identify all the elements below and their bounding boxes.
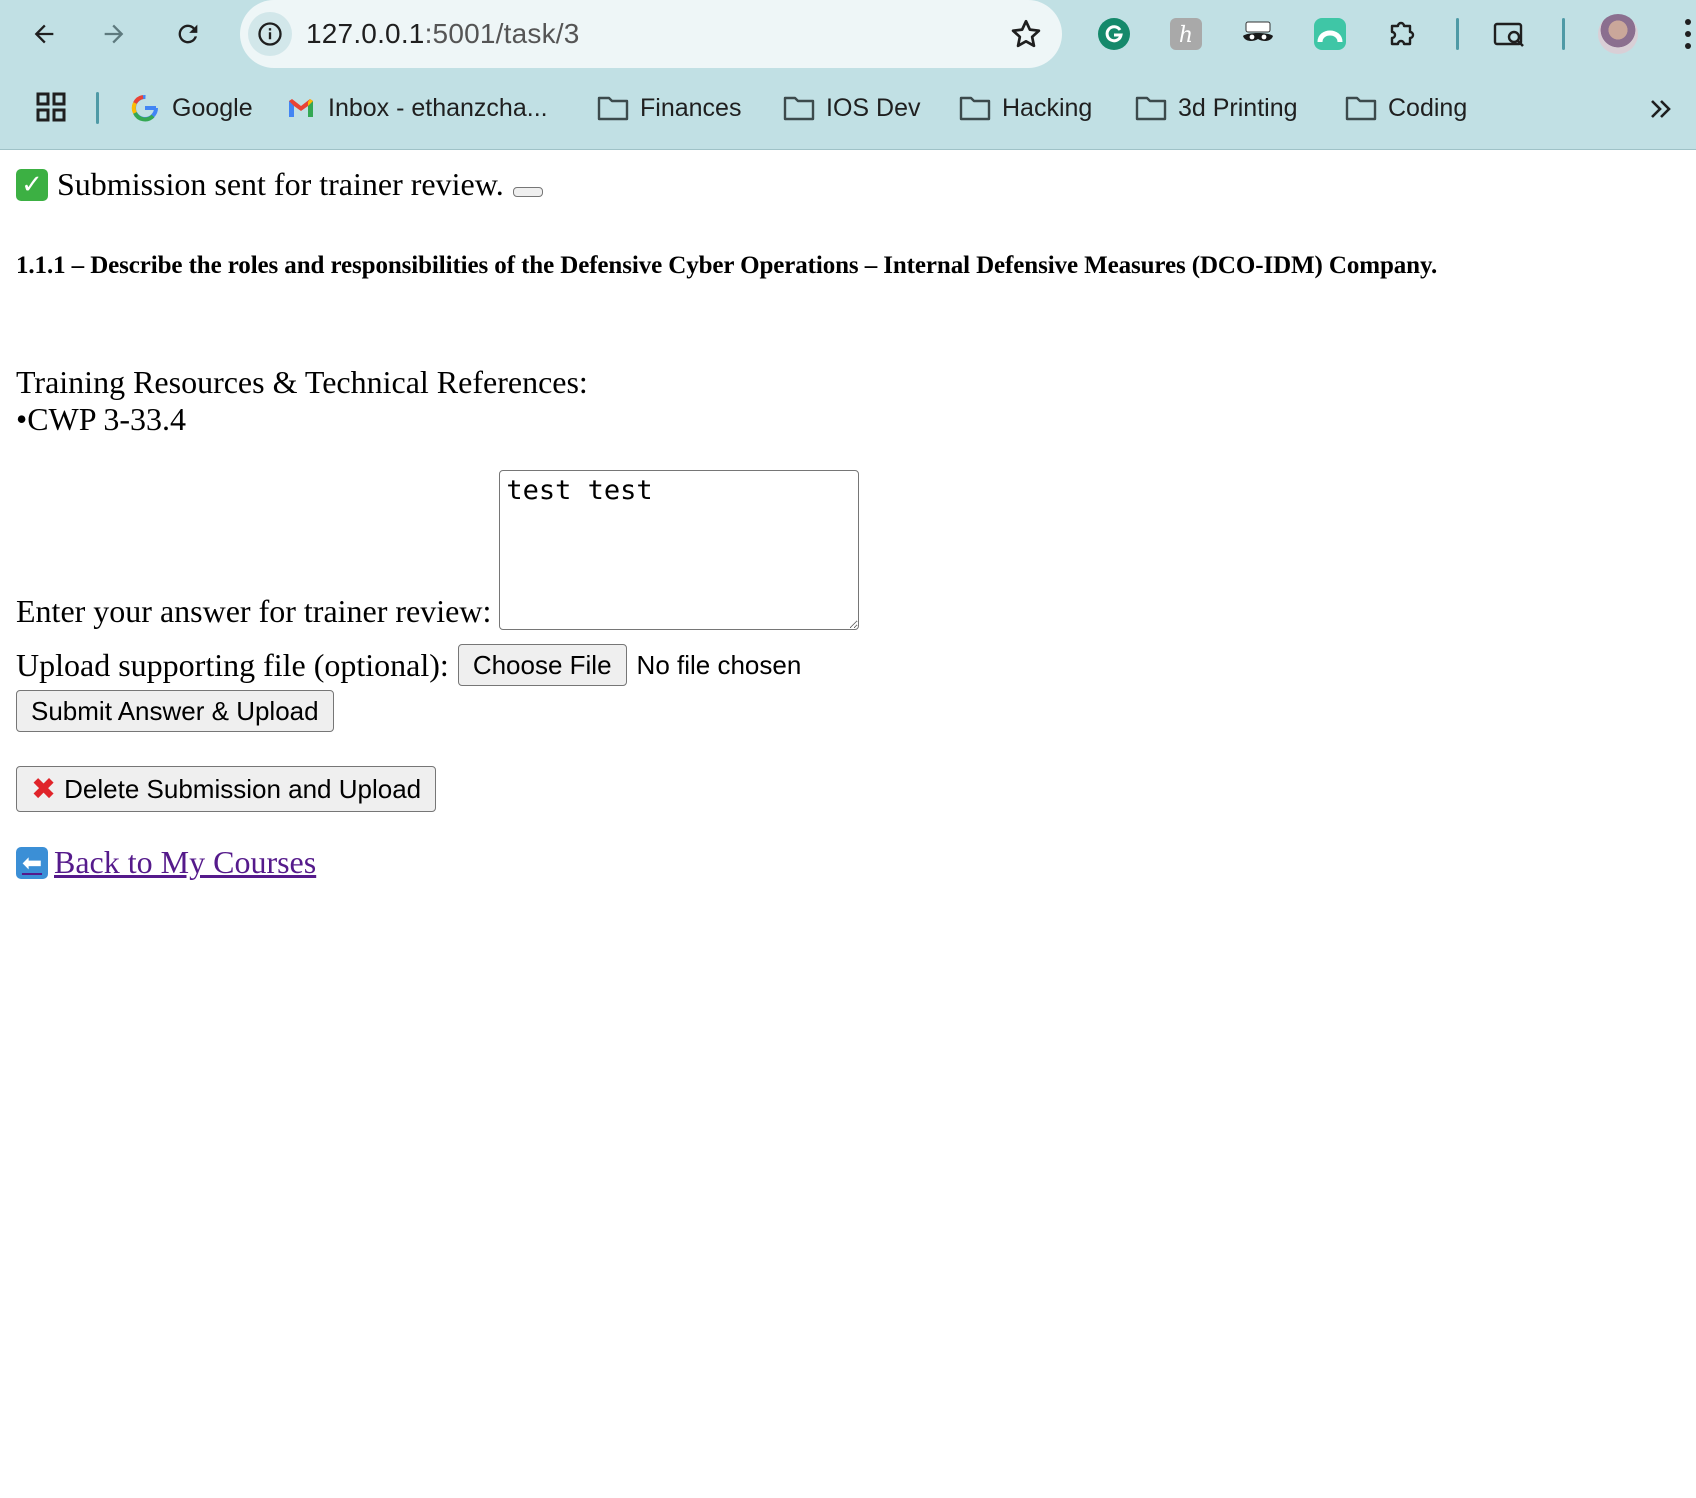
back-button[interactable] [22, 12, 66, 56]
reload-button[interactable] [166, 12, 210, 56]
upload-row: Upload supporting file (optional): Choos… [16, 644, 801, 686]
left-arrow-icon: ⬅ [16, 846, 48, 879]
info-icon [258, 22, 282, 46]
answer-label: Enter your answer for trainer review: [16, 593, 492, 629]
bookmark-label: IOS Dev [826, 93, 921, 122]
toolbar-separator [1562, 18, 1565, 50]
folder-icon [1345, 96, 1377, 121]
gmail-icon [289, 99, 313, 117]
folder-icon [959, 96, 991, 121]
arrow-right-icon [104, 24, 124, 44]
arrow-left-icon [34, 24, 54, 44]
bookmark-folder-3d-printing[interactable]: 3d Printing [1134, 80, 1298, 136]
puzzle-icon[interactable] [1382, 14, 1422, 54]
delete-submission-button[interactable]: ✖ Delete Submission and Upload [16, 766, 437, 812]
resources-heading: Training Resources & Technical Reference… [16, 364, 588, 400]
toolbar-separator [1456, 18, 1459, 50]
flash-message: ✓ Submission sent for trainer review. [16, 166, 543, 203]
answer-row: Enter your answer for trainer review: te… [16, 470, 860, 630]
forward-button[interactable] [92, 12, 136, 56]
bookmark-label: Hacking [1002, 93, 1093, 122]
mask-icon[interactable] [1238, 14, 1278, 54]
bookmark-star-icon[interactable] [1008, 16, 1044, 52]
back-to-courses-link[interactable]: ⬅ Back to My Courses [16, 844, 316, 881]
svg-text:h: h [1179, 23, 1193, 48]
file-status: No file chosen [636, 649, 802, 680]
bookmarks-bar: Google Inbox - ethanzcha... Finances IOS… [0, 80, 1696, 136]
check-icon: ✓ [16, 168, 48, 201]
grammarly-icon[interactable] [1094, 14, 1134, 54]
bookmark-folder-hacking[interactable]: Hacking [958, 80, 1092, 136]
answer-textarea[interactable]: test test [499, 470, 860, 630]
submit-answer-button[interactable]: Submit Answer & Upload [16, 690, 334, 732]
delete-button-label: Delete Submission and Upload [64, 773, 422, 804]
google-icon [131, 95, 158, 122]
bookmark-label: Coding [1388, 93, 1468, 122]
search-tab-icon[interactable] [1490, 14, 1530, 54]
bookmark-label: 3d Printing [1178, 93, 1298, 122]
browser-toolbar: 127.0.0.1:5001/task/3 h [0, 0, 1696, 70]
bookmark-folder-coding[interactable]: Coding [1344, 80, 1467, 136]
resource-item: •CWP 3-33.4 [16, 401, 187, 437]
task-title: 1.1.1 – Describe the roles and responsib… [16, 252, 1438, 279]
bookmark-folder-finances[interactable]: Finances [596, 80, 741, 136]
browser-chrome: 127.0.0.1:5001/task/3 h Google Inbox - e… [0, 0, 1696, 150]
folder-icon [1135, 96, 1167, 121]
url-path: :5001/task/3 [424, 18, 580, 49]
upload-label: Upload supporting file (optional): [16, 646, 449, 683]
bookmark-inbox[interactable]: Inbox - ethanzcha... [284, 80, 548, 136]
address-bar[interactable]: 127.0.0.1:5001/task/3 [240, 0, 1062, 68]
site-info-button[interactable] [248, 12, 292, 56]
bookmark-label: Inbox - ethanzcha... [328, 93, 548, 122]
folder-icon [783, 96, 815, 121]
more-menu-icon[interactable] [1680, 16, 1696, 52]
url-host: 127.0.0.1 [306, 18, 425, 49]
url-text[interactable]: 127.0.0.1:5001/task/3 [306, 18, 580, 50]
bookmark-label: Finances [640, 93, 742, 122]
folder-icon [597, 96, 629, 121]
more-bookmarks-icon[interactable] [1644, 92, 1678, 126]
profile-avatar[interactable] [1598, 14, 1638, 54]
flash-text: Submission sent for trainer review. [57, 166, 504, 202]
reload-icon [178, 24, 198, 44]
bookmark-google[interactable]: Google [128, 80, 253, 136]
flash-close-button[interactable] [512, 186, 543, 197]
cross-mark-icon: ✖ [31, 771, 57, 807]
choose-file-button[interactable]: Choose File [457, 644, 627, 686]
back-link-label: Back to My Courses [54, 844, 317, 880]
bookmark-folder-ios-dev[interactable]: IOS Dev [782, 80, 920, 136]
training-resources: Training Resources & Technical Reference… [16, 364, 588, 438]
arc-icon[interactable] [1310, 14, 1350, 54]
honey-icon[interactable]: h [1166, 14, 1206, 54]
bookmark-label: Google [172, 93, 253, 122]
